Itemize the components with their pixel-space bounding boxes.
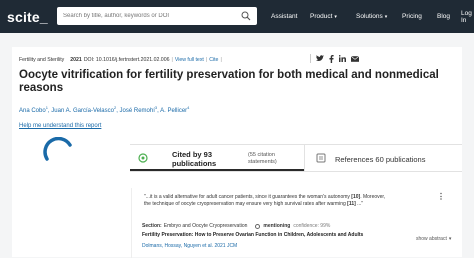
publication-year: 2021 — [70, 57, 82, 63]
separator: | — [205, 57, 208, 63]
show-abstract-button[interactable]: show abstract ▾ — [416, 236, 451, 242]
chevron-down-icon: ▾ — [334, 13, 337, 20]
author-name: Ana Cobo — [19, 108, 46, 114]
chevron-down-icon: ▾ — [448, 236, 452, 242]
author-affiliation: 2 — [113, 105, 117, 110]
nav-solutions-label: Solutions — [356, 13, 383, 20]
nav-pricing-label: Pricing — [402, 13, 422, 20]
more-options-icon[interactable]: ⋮ — [437, 192, 445, 201]
loading-spinner-icon — [43, 137, 72, 161]
paper-meta: Fertility and Sterility 2021 DOI: 10.101… — [19, 57, 224, 63]
twitter-icon[interactable] — [316, 55, 324, 62]
author-name: José Remohí — [119, 108, 155, 114]
mentioning-label: mentioning — [263, 223, 291, 229]
nav-pricing[interactable]: Pricing — [402, 0, 422, 33]
nav-log-in[interactable]: Log In — [461, 0, 474, 33]
top-navigation-bar: scite_ Assistant Product▾ Solutions▾ Pri… — [0, 0, 474, 33]
share-icons — [310, 54, 359, 63]
author-link[interactable]: A. Pellicer4 — [160, 105, 190, 114]
show-abstract-label: show abstract — [416, 236, 447, 242]
references-icon — [316, 153, 326, 163]
separator: | — [171, 57, 173, 63]
citation-section-line: Section: Embryo and Oocyte Cryopreservat… — [142, 223, 330, 229]
nav-solutions[interactable]: Solutions ▾ — [356, 0, 387, 33]
reference-marker[interactable]: [10] — [351, 194, 360, 200]
journal-name: Fertility and Sterility — [19, 57, 65, 63]
view-full-text-link[interactable]: View full text — [175, 57, 204, 63]
reference-marker[interactable]: [11] — [347, 201, 356, 207]
confidence-score: confidence: 99% — [293, 223, 331, 229]
citing-paper-authors[interactable]: Dolmans, Hossay, Nguyen et al. 2021 JCM — [142, 243, 237, 249]
citation-tabs: Cited by 93 publications (55 citation st… — [130, 144, 462, 172]
author-affiliation: 1 — [45, 105, 48, 110]
tab-references[interactable]: References 60 publications — [304, 145, 462, 171]
email-icon[interactable] — [351, 55, 359, 62]
chevron-down-icon: ▾ — [384, 13, 388, 20]
section-label: Section: — [142, 223, 162, 229]
nav-log-in-label: Log In — [461, 9, 472, 24]
author-name: Juan A. García-Velasco — [51, 108, 114, 114]
help-understand-link[interactable]: Help me understand this report — [19, 123, 101, 129]
nav-blog-label: Blog — [437, 13, 451, 20]
scite-logo[interactable]: scite_ — [7, 9, 48, 25]
divider — [310, 54, 311, 63]
citing-paper-title[interactable]: Fertility Preservation: How to Preserve … — [142, 232, 402, 239]
cite-link[interactable]: Cite — [209, 57, 218, 63]
citation-statements-count: (55 citation statements) — [248, 152, 277, 165]
search-box[interactable] — [57, 7, 257, 25]
tab-cited-by[interactable]: Cited by 93 publications (55 citation st… — [130, 145, 304, 171]
author-link[interactable]: Juan A. García-Velasco2 — [51, 105, 117, 114]
mentioning-badge: mentioning confidence: 99% — [255, 223, 330, 229]
references-label: References 60 publications — [335, 155, 426, 164]
search-icon[interactable] — [241, 11, 251, 21]
separator: | — [220, 57, 222, 63]
author-affiliation: 4 — [187, 105, 190, 110]
nav-product-label: Product — [310, 13, 333, 20]
citation-quote: "...it is a valid alternative for adult … — [144, 194, 389, 207]
quote-text: ..." — [355, 200, 364, 207]
author-affiliation: 3 — [154, 105, 158, 110]
author-list: Ana Cobo1, Juan A. García-Velasco2, José… — [19, 105, 190, 114]
nav-blog[interactable]: Blog — [437, 0, 450, 33]
doi: DOI: 10.1016/j.fertnstert.2021.02.006 — [83, 57, 170, 63]
quote-text: "...it is a valid alternative for adult … — [144, 194, 352, 200]
search-input[interactable] — [57, 13, 227, 19]
nav-assistant[interactable]: Assistant — [271, 0, 297, 33]
author-link[interactable]: José Remohí3 — [119, 105, 158, 114]
section-value: Embryo and Oocyte Cryopreservation — [163, 223, 248, 229]
nav-assistant-label: Assistant — [271, 13, 298, 20]
cited-by-icon — [138, 153, 148, 163]
paper-title: Oocyte vitrification for fertility prese… — [19, 69, 439, 94]
mentioning-icon — [255, 223, 261, 229]
facebook-icon[interactable] — [329, 54, 334, 63]
author-link[interactable]: Ana Cobo1 — [19, 105, 48, 114]
cited-by-label: Cited by 93 publications — [172, 150, 217, 168]
linkedin-icon[interactable] — [339, 55, 346, 62]
nav-product[interactable]: Product ▾ — [310, 0, 337, 33]
author-name: A. Pellicer — [160, 108, 188, 114]
